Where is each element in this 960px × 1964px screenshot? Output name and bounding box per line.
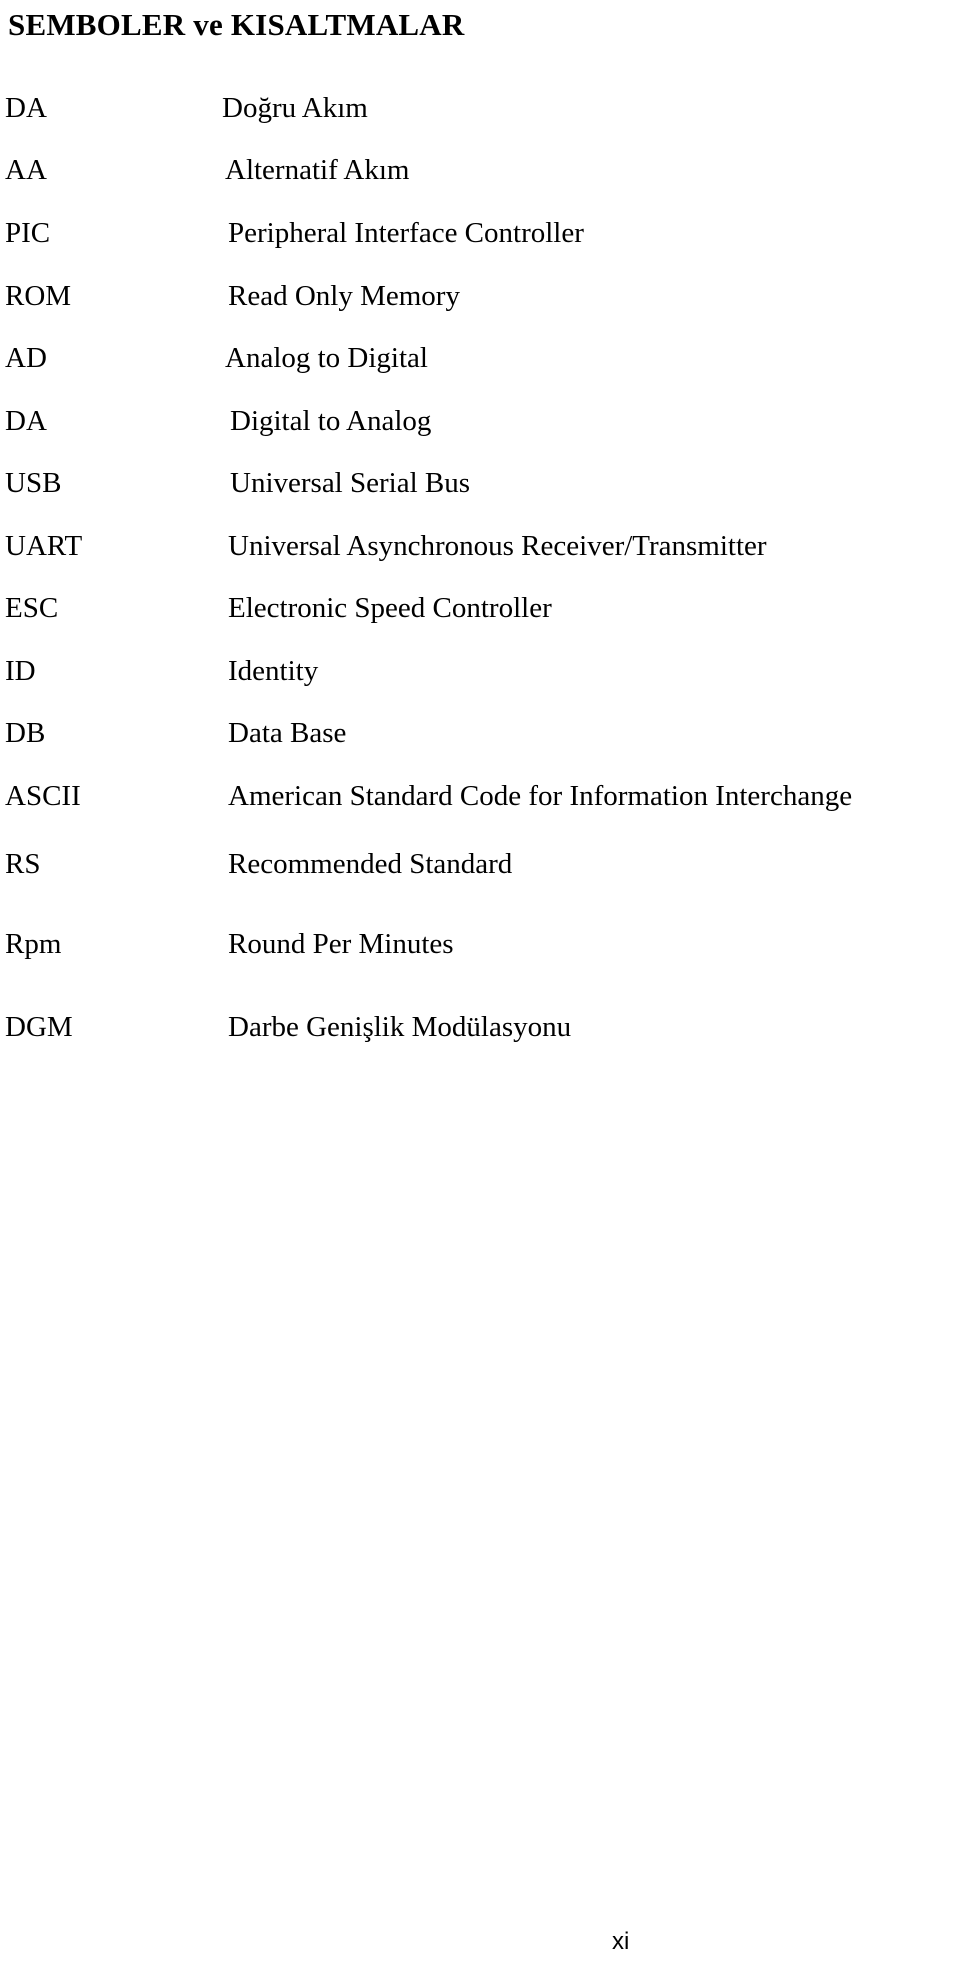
abbreviation-definition: Data Base xyxy=(228,717,347,749)
abbreviation-term: DA xyxy=(5,405,47,437)
abbreviation-row: ID Identity xyxy=(0,651,960,691)
abbreviation-definition: Read Only Memory xyxy=(228,280,460,312)
abbreviation-row: AD Analog to Digital xyxy=(0,338,960,378)
abbreviation-row: PIC Peripheral Interface Controller xyxy=(0,213,960,253)
abbreviation-definition: Recommended Standard xyxy=(228,848,513,880)
abbreviation-term: UART xyxy=(5,530,83,562)
abbreviation-term: ESC xyxy=(5,592,59,624)
abbreviation-row: ESC Electronic Speed Controller xyxy=(0,588,960,628)
document-page: SEMBOLER ve KISALTMALAR DA Doğru Akım AA Al… xyxy=(0,0,960,1964)
abbreviation-definition: Round Per Minutes xyxy=(228,928,454,960)
abbreviation-row: DB Data Base xyxy=(0,713,960,753)
abbreviation-row: DGM Darbe Genişlik Modülasyonu xyxy=(0,1007,960,1047)
abbreviation-row: DA Digital to Analog xyxy=(0,401,960,441)
abbreviation-definition: Analog to Digital xyxy=(225,342,428,374)
abbreviation-row: Rpm Round Per Minutes xyxy=(0,924,960,964)
abbreviation-definition: Universal Asynchronous Receiver/Transmit… xyxy=(228,530,767,562)
abbreviation-term: DB xyxy=(5,717,46,749)
abbreviation-definition: Darbe Genişlik Modülasyonu xyxy=(228,1011,572,1043)
abbreviation-definition: Universal Serial Bus xyxy=(230,467,471,499)
abbreviation-term: DGM xyxy=(5,1011,73,1043)
abbreviation-row: AA Alternatif Akım xyxy=(0,150,960,190)
abbreviation-row: RS Recommended Standard xyxy=(0,844,960,884)
abbreviation-definition: Peripheral Interface Controller xyxy=(228,217,584,249)
abbreviation-term: ASCII xyxy=(5,780,81,812)
abbreviation-definition: Electronic Speed Controller xyxy=(228,592,552,624)
abbreviation-term: AA xyxy=(5,154,47,186)
abbreviation-term: DA xyxy=(5,92,47,124)
abbreviation-row: ROM Read Only Memory xyxy=(0,276,960,316)
abbreviation-row: DA Doğru Akım xyxy=(0,88,960,128)
abbreviation-definition: Alternatif Akım xyxy=(225,154,410,186)
abbreviation-definition: Identity xyxy=(228,655,319,687)
abbreviation-definition: Digital to Analog xyxy=(230,405,432,437)
abbreviation-term: ID xyxy=(5,655,36,687)
abbreviation-term: AD xyxy=(5,342,47,374)
abbreviation-term: RS xyxy=(5,848,41,880)
abbreviation-definition: American Standard Code for Information I… xyxy=(228,780,853,812)
abbreviation-term: PIC xyxy=(5,217,51,249)
abbreviation-term: Rpm xyxy=(5,928,62,960)
abbreviation-term: ROM xyxy=(5,280,72,312)
abbreviation-row: UART Universal Asynchronous Receiver/Tran… xyxy=(0,526,960,566)
page-title: SEMBOLER ve KISALTMALAR xyxy=(8,7,465,42)
abbreviation-row: USB Universal Serial Bus xyxy=(0,463,960,503)
page-number: xi xyxy=(612,1928,630,1955)
abbreviation-row: ASCII American Standard Code for Informat… xyxy=(0,776,960,816)
abbreviation-definition: Doğru Akım xyxy=(222,92,368,124)
abbreviation-term: USB xyxy=(5,467,62,499)
